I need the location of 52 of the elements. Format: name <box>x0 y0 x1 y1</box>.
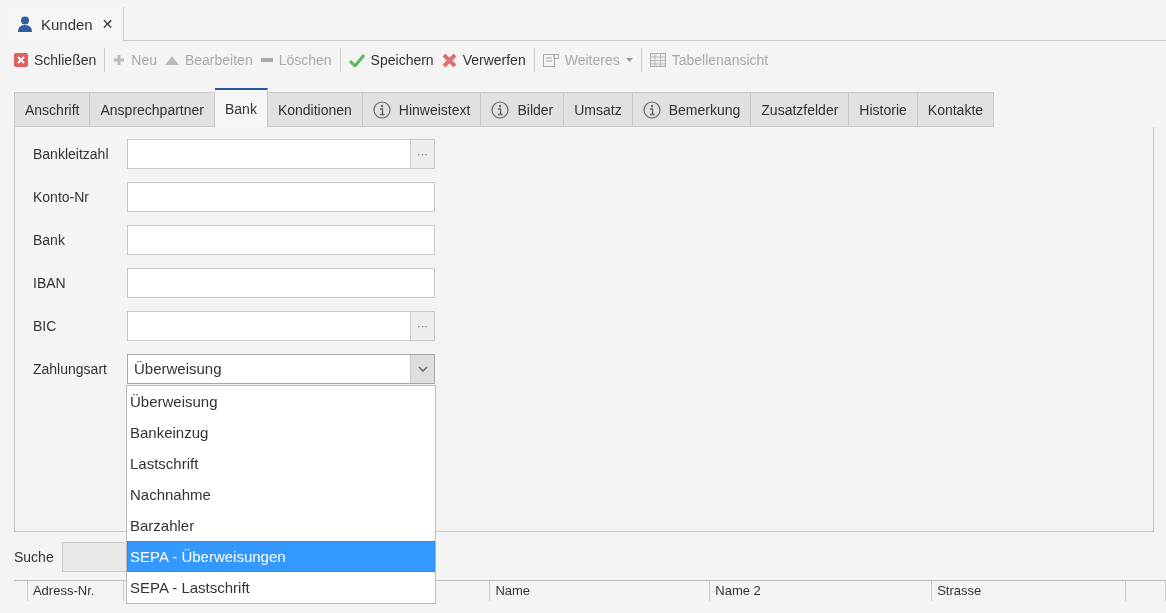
search-label: Suche <box>14 549 54 565</box>
tab[interactable]: Umsatz <box>564 92 633 127</box>
dropdown-option[interactable]: Bankeinzug <box>127 416 435 448</box>
tab[interactable]: Ansprechpartner <box>90 92 215 127</box>
field-label: IBAN <box>33 274 67 291</box>
tab[interactable]: Kontakte <box>917 92 995 127</box>
toolbar-button[interactable]: Schließen <box>10 47 101 73</box>
tab[interactable]: Zusatzfelder <box>751 92 850 127</box>
input-field[interactable] <box>127 181 435 212</box>
close-icon[interactable]: ✕ <box>101 16 114 32</box>
tab[interactable]: Konditionen <box>267 92 363 127</box>
caret-icon <box>625 58 633 62</box>
field-label: Bank <box>33 231 66 248</box>
checkmark-icon <box>348 53 365 67</box>
tab[interactable]: Historie <box>849 92 918 127</box>
lookup-button[interactable]: ··· <box>410 139 434 168</box>
lookup-button[interactable]: ··· <box>410 311 434 340</box>
field-label: Konto-Nr <box>33 188 91 205</box>
person-icon <box>18 16 32 32</box>
tab[interactable]: Bilder <box>481 92 565 127</box>
input-field[interactable] <box>127 267 435 298</box>
info-icon <box>642 100 661 119</box>
dropdown-option[interactable]: Nachnahme <box>127 478 435 510</box>
input-field[interactable] <box>127 224 435 255</box>
info-icon <box>491 100 510 119</box>
info-icon <box>372 100 391 119</box>
field-label: Bankleitzahl <box>33 145 110 162</box>
dropdown-option[interactable]: Lastschrift <box>127 447 435 479</box>
tab[interactable]: Anschrift <box>14 92 91 127</box>
document-tab[interactable]: Kunden ✕ <box>8 7 125 41</box>
minus-icon <box>260 58 273 62</box>
document-tab-title: Kunden <box>41 15 93 33</box>
cross-icon <box>441 52 457 68</box>
close-icon <box>14 53 28 67</box>
tab[interactable]: Bank <box>215 88 268 127</box>
toolbar-button[interactable]: Verwerfen <box>437 47 530 73</box>
dropdown-field[interactable]: Überweisung <box>127 353 435 384</box>
input-field[interactable]: ··· <box>127 138 435 169</box>
plus-icon <box>113 54 126 66</box>
table-icon <box>649 53 666 67</box>
form-icon <box>542 53 559 67</box>
toolbar-button[interactable]: Speichern <box>344 47 438 73</box>
input-field[interactable]: ··· <box>127 310 435 341</box>
tab[interactable]: Hinweistext <box>362 92 482 127</box>
chevron-down-icon <box>417 365 428 372</box>
field-label: BIC <box>33 317 58 334</box>
dropdown-option[interactable]: Barzahler <box>127 509 435 541</box>
tab[interactable]: Bemerkung <box>632 92 752 127</box>
dropdown-option[interactable]: SEPA - Lastschrift <box>127 571 435 603</box>
triangle-up-icon <box>164 55 179 65</box>
field-label: Zahlungsart <box>33 360 108 377</box>
dropdown-option[interactable]: Überweisung <box>127 385 435 417</box>
